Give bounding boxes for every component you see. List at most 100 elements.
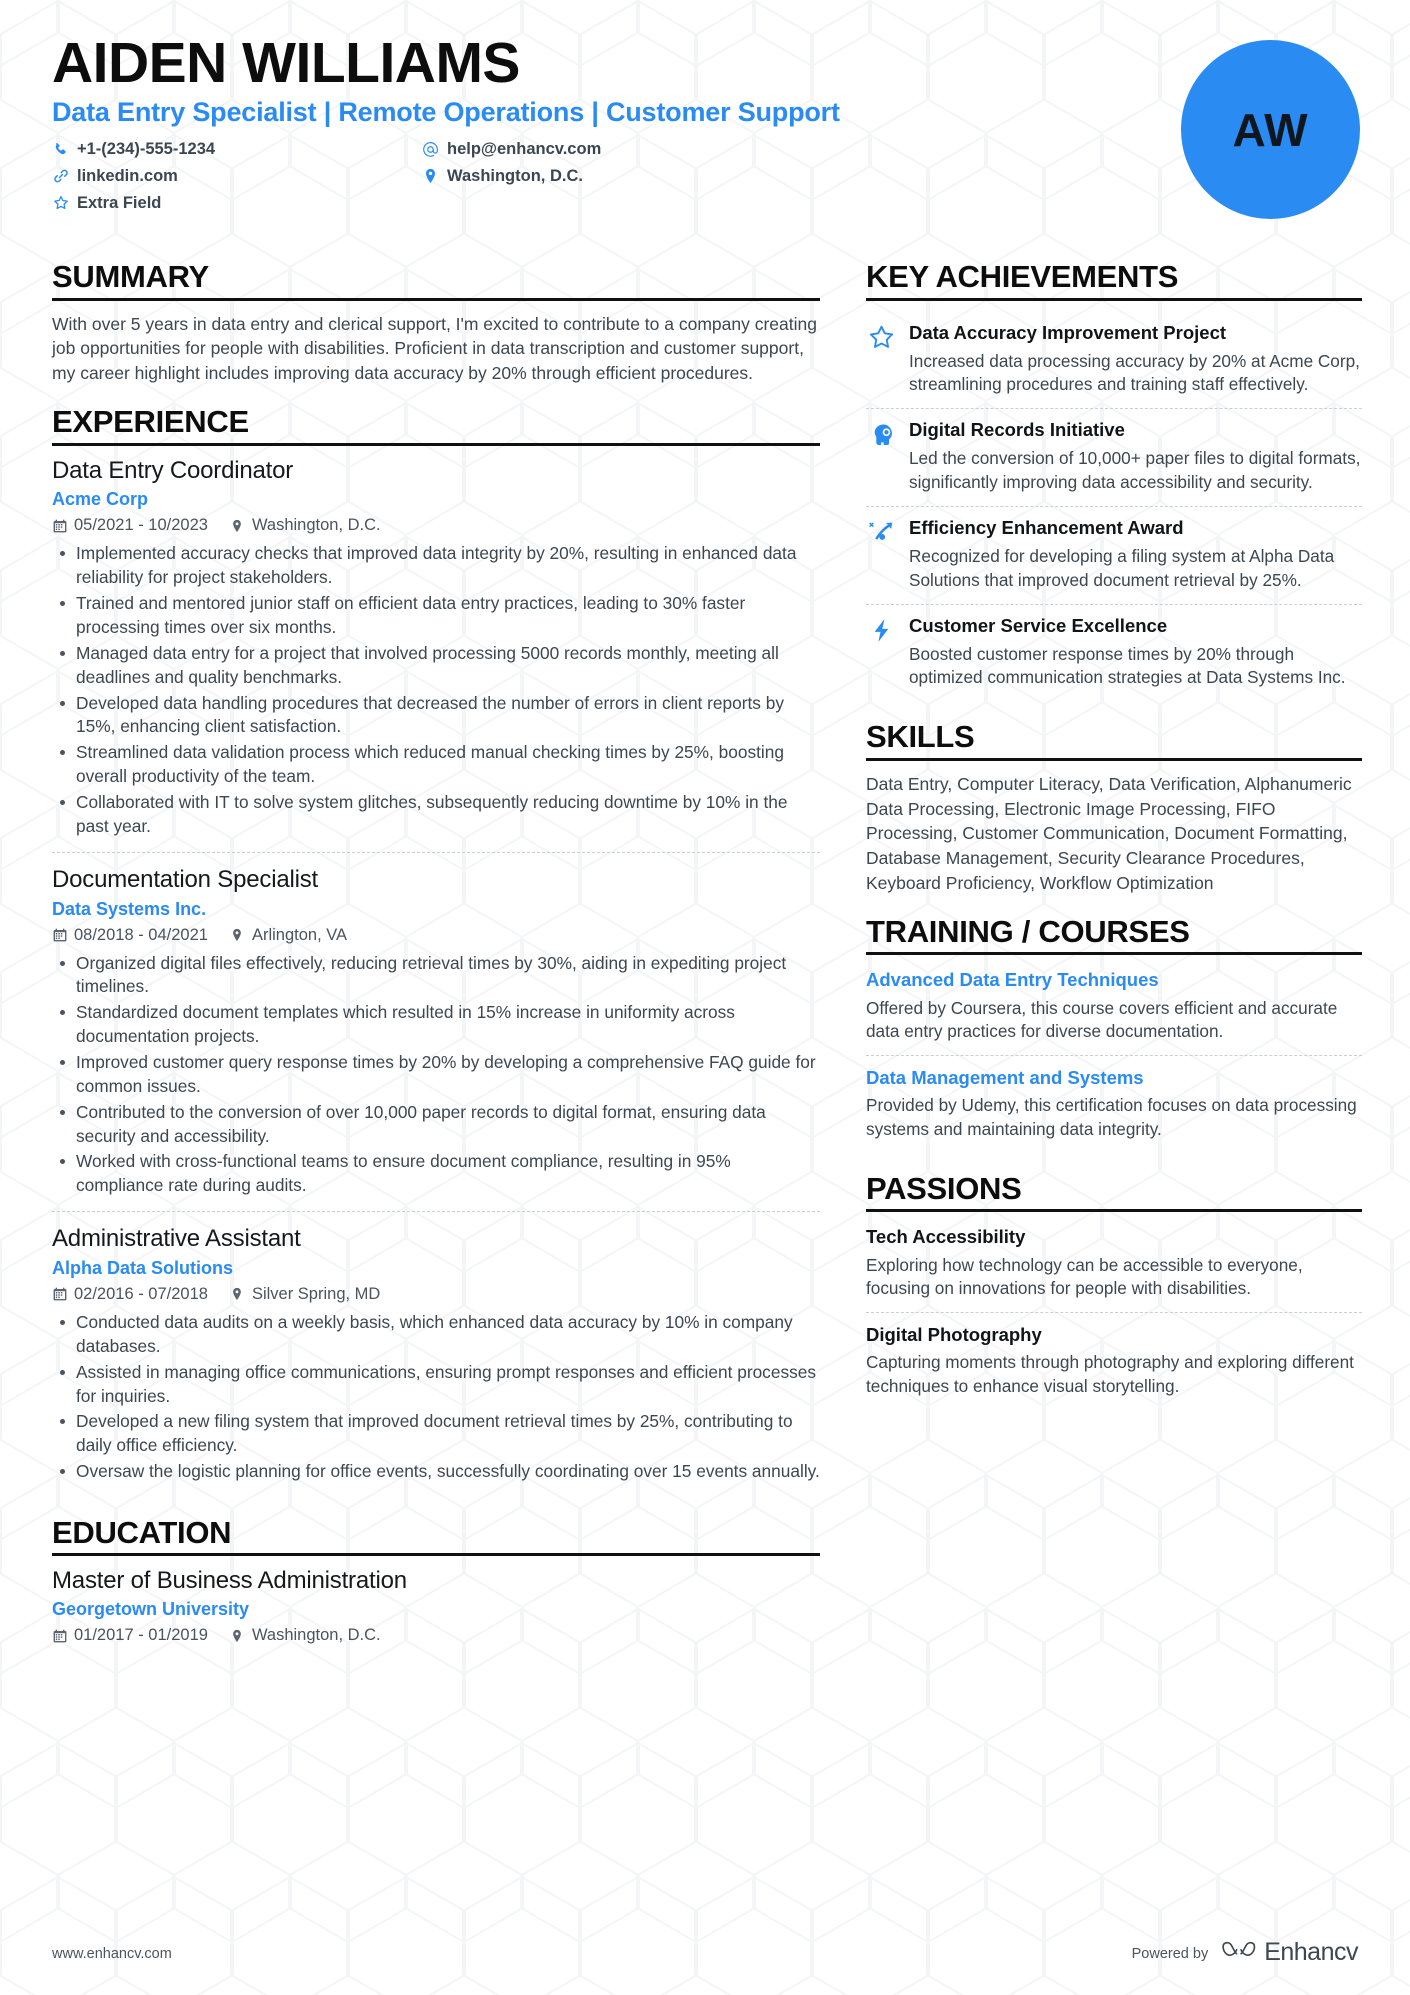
achievement-title: Digital Records Initiative — [909, 419, 1125, 441]
contact-linkedin[interactable]: linkedin.com — [52, 166, 422, 187]
achievement-item: Data Accuracy Improvement Project Increa… — [866, 312, 1362, 409]
list-item: Developed a new filing system that impro… — [60, 1410, 820, 1458]
job-role: Data Entry Coordinator — [52, 456, 294, 484]
list-item: Collaborated with IT to solve system gli… — [60, 791, 820, 839]
achievement-title: Customer Service Excellence — [909, 614, 1168, 636]
enhancv-wordmark: Enhancv — [1264, 1938, 1358, 1967]
resume-header: AIDEN WILLIAMS Data Entry Specialist | R… — [52, 33, 1360, 239]
section-education: EDUCATION Master of Business Administrat… — [52, 1514, 820, 1646]
training-description: Offered by Coursera, this course covers … — [866, 997, 1338, 1042]
avatar: AW — [1181, 40, 1360, 219]
section-title-skills: SKILLS — [866, 719, 975, 755]
section-title-key-achievements: KEY ACHIEVEMENTS — [866, 259, 1179, 294]
divider — [866, 757, 1362, 761]
star-icon — [52, 195, 69, 212]
section-title-education: EDUCATION — [52, 1514, 232, 1550]
contact-email[interactable]: help@enhancv.com — [422, 139, 792, 160]
achievement-body: Digital Records Initiative Led the conve… — [909, 419, 1362, 495]
professional-headline: Data Entry Specialist | Remote Operation… — [52, 97, 840, 128]
achievement-description: Boosted customer response times by 20% t… — [909, 643, 1346, 688]
location-icon — [230, 1287, 245, 1302]
page-footer: www.enhancv.com Powered by Enhancv — [52, 1938, 1358, 1969]
location-icon — [230, 1628, 245, 1643]
trending-arrow-icon — [866, 518, 896, 548]
job-location: Silver Spring, MD — [230, 1285, 380, 1304]
job-company[interactable]: Acme Corp — [52, 489, 820, 510]
achievement-item: Customer Service Excellence Boosted cust… — [866, 603, 1362, 702]
job-dates: 02/2016 - 07/2018 — [52, 1285, 208, 1304]
section-skills: SKILLS Data Entry, Computer Literacy, Da… — [866, 721, 1362, 896]
footer-powered-by-label: Powered by — [1131, 1945, 1209, 1962]
passion-item: Tech Accessibility Exploring how technol… — [866, 1223, 1362, 1312]
achievement-title: Data Accuracy Improvement Project — [909, 321, 1227, 343]
calendar-icon — [52, 518, 67, 533]
list-item: Managed data entry for a project that in… — [60, 642, 820, 690]
training-description: Provided by Udemy, this certification fo… — [866, 1095, 1357, 1140]
job-dates-value: 08/2018 - 04/2021 — [74, 925, 208, 944]
job-company[interactable]: Data Systems Inc. — [52, 899, 820, 920]
head-brain-icon — [866, 420, 896, 450]
contact-extra-field[interactable]: Extra Field — [52, 193, 422, 214]
divider — [52, 1553, 820, 1557]
experience-item: Data Entry Coordinator Acme Corp 05/2021… — [52, 457, 820, 852]
section-passions: PASSIONS Tech Accessibility Exploring ho… — [866, 1170, 1362, 1410]
contact-extra-field-value: Extra Field — [77, 193, 162, 212]
section-key-achievements: KEY ACHIEVEMENTS Data Accuracy Improveme… — [866, 259, 1362, 702]
star-icon — [866, 323, 896, 353]
job-company[interactable]: Alpha Data Solutions — [52, 1258, 820, 1279]
achievement-body: Efficiency Enhancement Award Recognized … — [909, 517, 1362, 593]
passion-name: Digital Photography — [866, 1324, 1042, 1345]
list-item: Oversaw the logistic planning for office… — [60, 1460, 820, 1484]
experience-item: Administrative Assistant Alpha Data Solu… — [52, 1211, 820, 1497]
list-item: Implemented accuracy checks that improve… — [60, 542, 820, 590]
phone-icon — [52, 141, 69, 158]
achievement-body: Data Accuracy Improvement Project Increa… — [909, 322, 1362, 398]
footer-url[interactable]: www.enhancv.com — [52, 1946, 172, 1962]
achievement-description: Led the conversion of 10,000+ paper file… — [909, 448, 1361, 493]
enhancv-mark-icon — [1221, 1938, 1257, 1969]
avatar-initials: AW — [1232, 103, 1309, 156]
job-meta: 02/2016 - 07/2018 Silver Spring, MD — [52, 1285, 820, 1304]
job-dates: 08/2018 - 04/2021 — [52, 926, 208, 945]
link-icon — [52, 168, 69, 185]
list-item: Conducted data audits on a weekly basis,… — [60, 1311, 820, 1359]
job-meta: 08/2018 - 04/2021 Arlington, VA — [52, 926, 820, 945]
job-bullets: Organized digital files effectively, red… — [52, 952, 820, 1199]
section-title-experience: EXPERIENCE — [52, 404, 249, 440]
contact-column-right: help@enhancv.com Washington, D.C. — [422, 139, 792, 219]
job-role: Administrative Assistant — [52, 1225, 301, 1253]
summary-text: With over 5 years in data entry and cler… — [52, 313, 817, 384]
achievement-description: Recognized for developing a filing syste… — [909, 546, 1335, 590]
divider — [866, 1209, 1362, 1213]
education-degree: Master of Business Administration — [52, 1567, 407, 1595]
footer-branding: Powered by Enhancv — [1131, 1938, 1359, 1969]
contact-location-value: Washington, D.C. — [447, 166, 583, 185]
contact-location[interactable]: Washington, D.C. — [422, 166, 792, 187]
calendar-icon — [52, 1628, 67, 1643]
lightning-bolt-icon — [866, 616, 896, 646]
divider — [52, 297, 820, 301]
section-title-training-courses: TRAINING / COURSES — [866, 913, 1190, 949]
section-title-passions: PASSIONS — [866, 1170, 1022, 1206]
training-name[interactable]: Advanced Data Entry Techniques — [866, 969, 1362, 991]
contact-phone[interactable]: +1-(234)-555-1234 — [52, 139, 422, 160]
passion-description: Capturing moments through photography an… — [866, 1352, 1354, 1396]
achievement-title: Efficiency Enhancement Award — [909, 516, 1184, 538]
passion-item: Digital Photography Capturing moments th… — [866, 1312, 1362, 1410]
training-item: Advanced Data Entry Techniques Offered b… — [866, 966, 1362, 1055]
education-item: Master of Business Administration George… — [52, 1567, 820, 1645]
contact-grid: +1-(234)-555-1234 linkedin.com Extra Fie… — [52, 139, 792, 219]
achievement-item: Efficiency Enhancement Award Recognized … — [866, 505, 1362, 604]
resume-page: AIDEN WILLIAMS Data Entry Specialist | R… — [0, 0, 1410, 1995]
job-bullets: Conducted data audits on a weekly basis,… — [52, 1311, 820, 1484]
training-name[interactable]: Data Management and Systems — [866, 1067, 1362, 1089]
left-column: SUMMARY With over 5 years in data entry … — [52, 260, 820, 1652]
job-dates-value: 02/2016 - 07/2018 — [74, 1284, 208, 1303]
divider — [866, 952, 1362, 956]
calendar-icon — [52, 1287, 67, 1302]
list-item: Organized digital files effectively, red… — [60, 952, 820, 1000]
job-location: Arlington, VA — [230, 926, 347, 945]
education-school[interactable]: Georgetown University — [52, 1599, 820, 1620]
job-dates-value: 05/2021 - 10/2023 — [74, 516, 208, 535]
at-icon — [422, 141, 439, 158]
